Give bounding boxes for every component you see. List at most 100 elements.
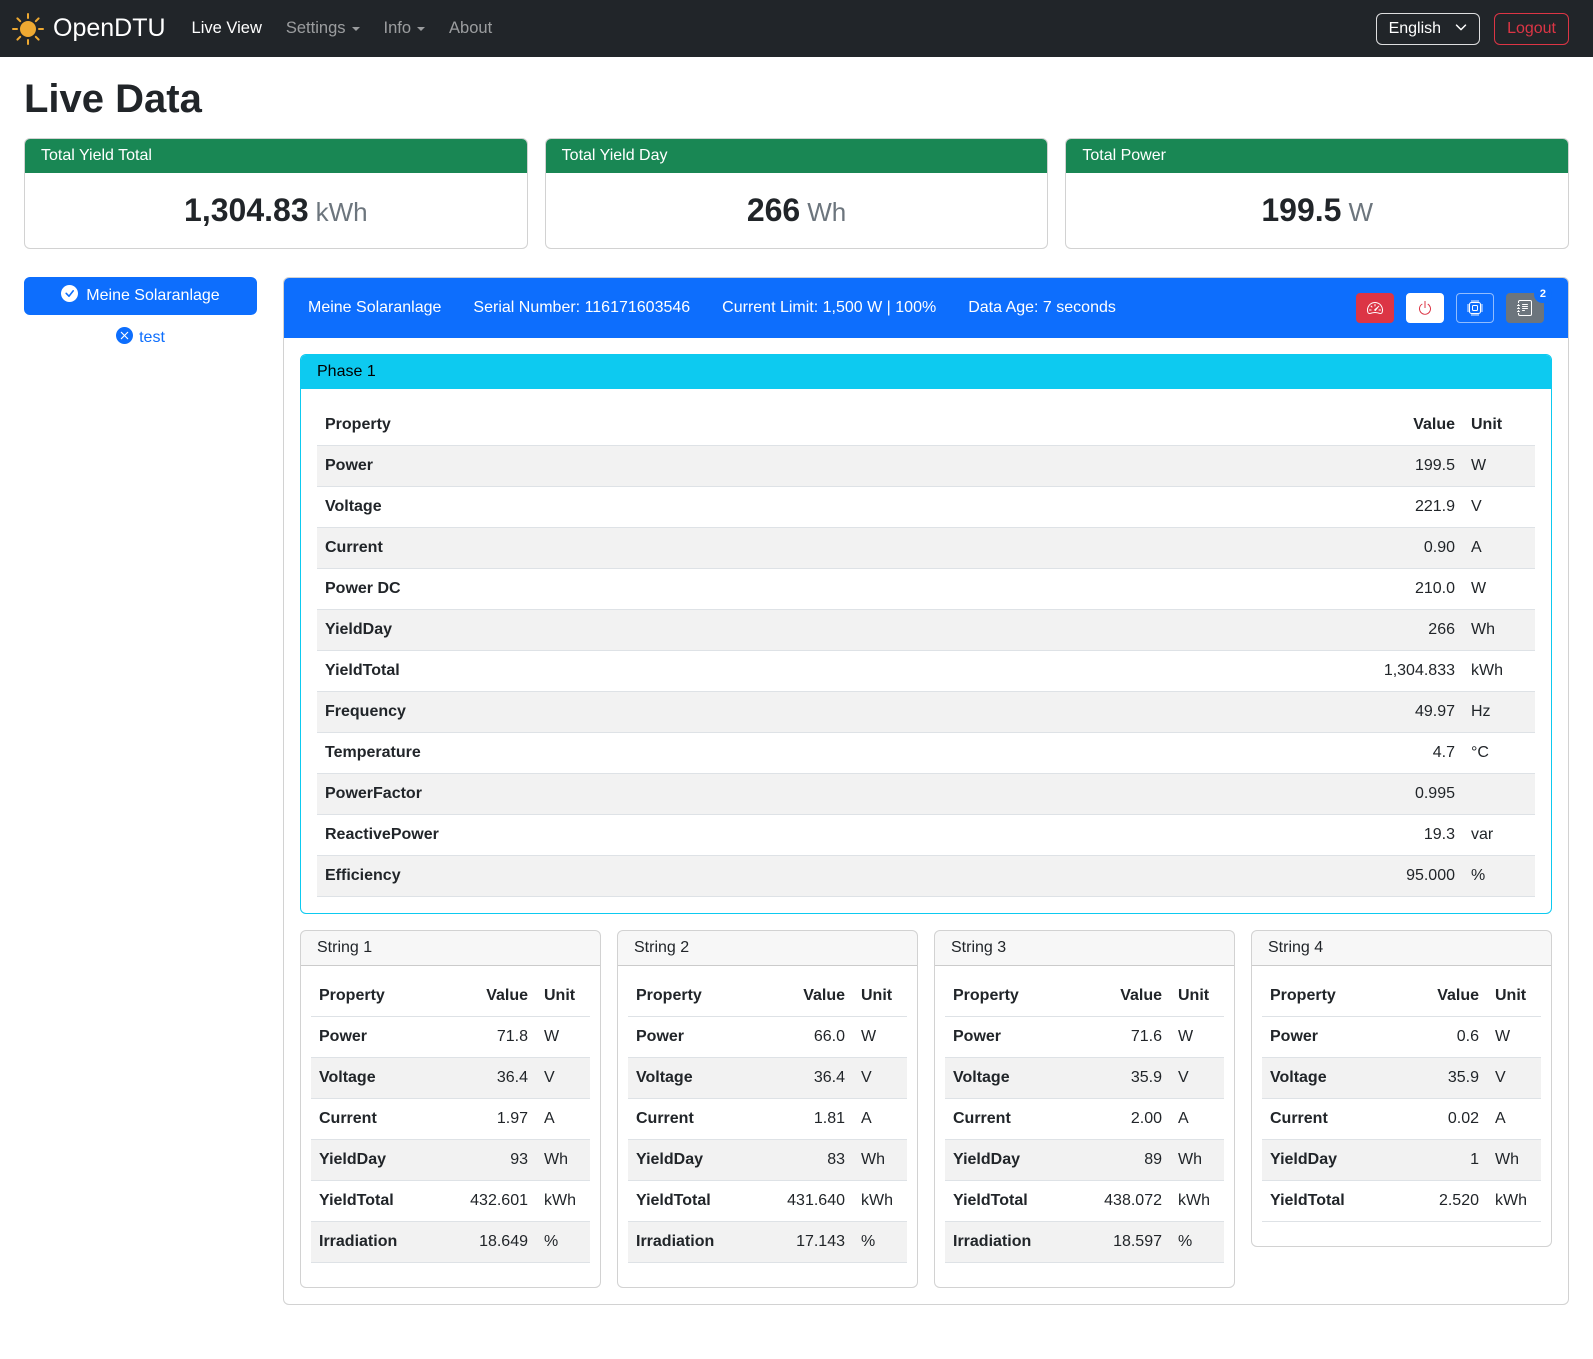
table-row: Voltage221.9V: [317, 487, 1535, 528]
unit-cell: W: [1487, 1017, 1541, 1058]
event-count-badge: 2: [1534, 286, 1552, 303]
table-row: Voltage35.9V: [1262, 1058, 1541, 1099]
inverter-limit: Current Limit: 1,500 W | 100%: [722, 299, 936, 317]
table-row: YieldTotal432.601kWh: [311, 1181, 590, 1222]
table-row: Irradiation18.597%: [945, 1222, 1224, 1263]
summary-card-title: Total Yield Day: [546, 139, 1048, 173]
nav-item-live-view[interactable]: Live View: [180, 11, 274, 46]
page-container: Live Data Total Yield Total 1,304.83kWh …: [0, 77, 1593, 1333]
inverter-select-button-selected[interactable]: Meine Solaranlage: [24, 277, 257, 315]
value-cell: 18.597: [1086, 1222, 1170, 1263]
table-row: Current1.81A: [628, 1099, 907, 1140]
power-settings-button[interactable]: [1406, 293, 1444, 323]
table-row: Current1.97A: [311, 1099, 590, 1140]
inverter-sidebar: Meine Solaranlage test: [24, 277, 257, 349]
property-cell: Efficiency: [317, 856, 1343, 897]
string-card-body: Property Value Unit Power66.0WVoltage36.…: [618, 966, 917, 1287]
property-cell: Frequency: [317, 692, 1343, 733]
unit-cell: V: [1487, 1058, 1541, 1099]
value-cell: 71.8: [452, 1017, 536, 1058]
property-cell: Voltage: [628, 1058, 769, 1099]
unit-cell: Wh: [1487, 1140, 1541, 1181]
unit-cell: var: [1463, 815, 1535, 856]
value-cell: 266: [1343, 610, 1463, 651]
summary-value: 266: [747, 192, 800, 228]
col-value: Value: [1086, 976, 1170, 1017]
x-circle-icon: [116, 327, 133, 349]
summary-unit: W: [1348, 197, 1373, 227]
phase-card: Phase 1 Property Value Unit Power199.5WV…: [300, 354, 1552, 914]
unit-cell: A: [853, 1099, 907, 1140]
property-cell: Current: [317, 528, 1343, 569]
navbar-right: English Logout: [1376, 13, 1569, 45]
table-row: Temperature4.7°C: [317, 733, 1535, 774]
value-cell: 93: [452, 1140, 536, 1181]
journal-icon: [1517, 300, 1533, 316]
summary-card-body: 199.5W: [1066, 173, 1568, 248]
logout-button[interactable]: Logout: [1494, 13, 1569, 45]
power-icon: [1417, 300, 1433, 316]
string-card-title: String 3: [935, 931, 1234, 966]
nav-item-settings[interactable]: Settings: [274, 11, 372, 46]
unit-cell: kWh: [853, 1181, 907, 1222]
value-cell: 19.3: [1343, 815, 1463, 856]
limit-settings-button[interactable]: [1356, 293, 1394, 323]
value-cell: 18.649: [452, 1222, 536, 1263]
col-unit: Unit: [536, 976, 590, 1017]
brand-link[interactable]: OpenDTU: [12, 13, 166, 45]
inverter-card: Meine Solaranlage Serial Number: 1161716…: [283, 277, 1569, 1305]
table-row: Power199.5W: [317, 446, 1535, 487]
property-cell: PowerFactor: [317, 774, 1343, 815]
property-cell: YieldTotal: [311, 1181, 452, 1222]
table-header-row: Property Value Unit: [945, 976, 1224, 1017]
nav-links: Live View Settings Info About: [180, 11, 505, 46]
table-row: Power71.8W: [311, 1017, 590, 1058]
value-cell: 432.601: [452, 1181, 536, 1222]
string-card-body: Property Value Unit Power0.6WVoltage35.9…: [1252, 966, 1551, 1246]
table-row: Frequency49.97Hz: [317, 692, 1535, 733]
value-cell: 431.640: [769, 1181, 853, 1222]
col-property: Property: [311, 976, 452, 1017]
string-card-body: Property Value Unit Power71.8WVoltage36.…: [301, 966, 600, 1287]
inverter-name-label: Meine Solaranlage: [86, 287, 219, 305]
property-cell: Power DC: [317, 569, 1343, 610]
unit-cell: kWh: [1487, 1181, 1541, 1222]
property-cell: YieldTotal: [317, 651, 1343, 692]
string-table: Property Value Unit Power71.8WVoltage36.…: [311, 976, 590, 1263]
table-header-row: Property Value Unit: [311, 976, 590, 1017]
inverter-card-header: Meine Solaranlage Serial Number: 1161716…: [284, 278, 1568, 338]
property-cell: YieldDay: [1262, 1140, 1403, 1181]
col-property: Property: [945, 976, 1086, 1017]
col-unit: Unit: [1170, 976, 1224, 1017]
table-row: YieldDay83Wh: [628, 1140, 907, 1181]
inverter-serial: Serial Number: 116171603546: [473, 299, 690, 317]
unit-cell: V: [1463, 487, 1535, 528]
language-select[interactable]: English: [1376, 13, 1480, 45]
table-header-row: Property Value Unit: [628, 976, 907, 1017]
property-cell: Irradiation: [311, 1222, 452, 1263]
inverter-select-button-test[interactable]: test: [116, 327, 165, 349]
value-cell: 35.9: [1086, 1058, 1170, 1099]
value-cell: 2.520: [1403, 1181, 1487, 1222]
device-info-button[interactable]: [1456, 293, 1494, 323]
summary-card-title: Total Yield Total: [25, 139, 527, 173]
value-cell: 221.9: [1343, 487, 1463, 528]
property-cell: Power: [945, 1017, 1086, 1058]
event-log-button[interactable]: 2: [1506, 293, 1544, 323]
value-cell: 199.5: [1343, 446, 1463, 487]
table-row: Power0.6W: [1262, 1017, 1541, 1058]
property-cell: Current: [945, 1099, 1086, 1140]
summary-card-body: 266Wh: [546, 173, 1048, 248]
unit-cell: kWh: [536, 1181, 590, 1222]
phase-table: Property Value Unit Power199.5WVoltage22…: [317, 405, 1535, 897]
nav-item-info[interactable]: Info: [372, 11, 438, 46]
col-value: Value: [1403, 976, 1487, 1017]
summary-card-title: Total Power: [1066, 139, 1568, 173]
value-cell: 1: [1403, 1140, 1487, 1181]
property-cell: Temperature: [317, 733, 1343, 774]
table-row: Current2.00A: [945, 1099, 1224, 1140]
table-row: Voltage36.4V: [628, 1058, 907, 1099]
table-row: Current0.90A: [317, 528, 1535, 569]
table-row: Power71.6W: [945, 1017, 1224, 1058]
nav-item-about[interactable]: About: [437, 11, 504, 46]
